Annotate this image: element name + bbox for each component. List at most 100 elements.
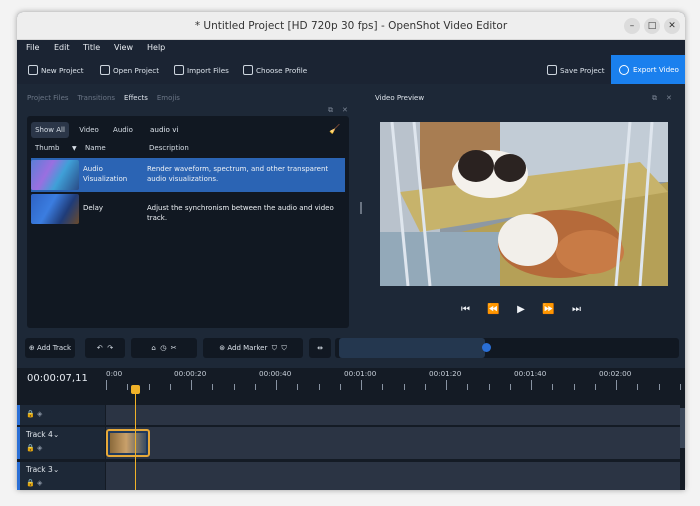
effects-search-input[interactable]: audio vi (148, 121, 346, 139)
lock-icon[interactable]: 🔒 ◈ (26, 479, 42, 487)
ruler-tick (552, 384, 554, 390)
menu-help[interactable]: Help (147, 43, 165, 52)
ruler-tick (446, 380, 447, 390)
effect-row-audio-visualization[interactable]: Audio Visualization Render waveform, spe… (31, 158, 345, 192)
new-project-button[interactable]: New Project (28, 62, 84, 78)
tab-emojis[interactable]: Emojis (157, 94, 180, 106)
effects-filter-bar: Show All Video Audio audio vi 🧹 (31, 121, 346, 139)
effect-name: Delay (83, 204, 104, 212)
left-tabs: Project Files Transitions Effects Emojis (27, 94, 180, 106)
broom-icon[interactable]: 🧹 (329, 125, 340, 135)
ruler-tick (233, 384, 235, 390)
close-panel-icon[interactable]: ✕ (666, 94, 672, 102)
import-icon (174, 65, 184, 75)
add-track-button[interactable]: ⊕ Add Track (25, 338, 75, 358)
ruler-tick (424, 384, 426, 390)
filter-audio[interactable]: Audio (109, 122, 137, 138)
column-thumb[interactable]: Thumb (35, 144, 59, 152)
jump-start-icon[interactable]: ⏮ (461, 304, 470, 318)
column-description[interactable]: Description (149, 144, 189, 152)
effects-panel: Project Files Transitions Effects Emojis… (23, 88, 359, 332)
ruler-tick (106, 380, 107, 390)
save-project-button[interactable]: Save Project (547, 62, 605, 78)
video-clip[interactable] (106, 429, 150, 457)
track-lane[interactable] (106, 427, 680, 459)
add-marker-button[interactable]: ⊛ Add Marker ⛉ ⛉ (203, 338, 303, 358)
fast-forward-icon[interactable]: ⏩ (542, 304, 554, 318)
main-toolbar: New Project Open Project Import Files Ch… (17, 56, 685, 84)
ruler-tick (361, 380, 362, 390)
track-header[interactable]: 🔒 ◈ (17, 405, 105, 425)
timeline-ruler[interactable]: 0:00 00:00:20 00:00:40 00:01:00 00:01:20… (106, 368, 685, 398)
effect-row-delay[interactable]: Delay Adjust the synchronism between the… (31, 192, 345, 226)
panel-scrollbar[interactable] (360, 202, 362, 214)
ruler-tick (573, 384, 575, 390)
choose-profile-button[interactable]: Choose Profile (243, 62, 307, 78)
tab-transitions[interactable]: Transitions (78, 94, 116, 106)
effect-description: Adjust the synchronism between the audio… (147, 204, 334, 222)
ruler-tick (637, 384, 639, 390)
snap-tools-group[interactable]: ⌂ ◷ ✂ (131, 338, 197, 358)
tab-effects[interactable]: Effects (124, 94, 148, 106)
undock-icon[interactable]: ⧉ (328, 106, 333, 115)
open-project-button[interactable]: Open Project (100, 62, 159, 78)
track-lane[interactable] (106, 405, 680, 425)
play-icon[interactable]: ▶ (517, 304, 525, 318)
menu-edit[interactable]: Edit (54, 43, 70, 52)
playhead-line[interactable] (135, 390, 136, 490)
profile-icon (243, 65, 253, 75)
app-window: * Untitled Project [HD 720p 30 fps] - Op… (17, 12, 685, 490)
undo-redo-group[interactable]: ↶ ↷ (85, 338, 125, 358)
minimize-button[interactable]: – (624, 18, 640, 34)
ruler-label: 00:02:00 (599, 369, 632, 378)
timeline-vertical-scrollbar[interactable] (680, 408, 685, 448)
center-timeline-icon[interactable]: ⇹ (309, 338, 331, 358)
import-files-button[interactable]: Import Files (174, 62, 229, 78)
ruler-tick (679, 384, 681, 390)
ruler-label: 0:00 (106, 369, 123, 378)
maximize-button[interactable]: □ (644, 18, 660, 34)
menu-file[interactable]: File (26, 43, 39, 52)
title-bar: * Untitled Project [HD 720p 30 fps] - Op… (17, 12, 685, 40)
timeline: 00:00:07,11 0:00 00:00:20 00:00:40 00:01… (17, 368, 685, 490)
sort-down-icon[interactable]: ▼ (72, 145, 77, 152)
rewind-icon[interactable]: ⏪ (487, 304, 499, 318)
guinea-pig-image (380, 122, 668, 286)
effect-name: Audio Visualization (83, 165, 128, 183)
track-4: Track 4 ⌄ 🔒 ◈ (17, 427, 685, 459)
lock-icon[interactable]: 🔒 ◈ (26, 410, 42, 418)
menu-view[interactable]: View (114, 43, 133, 52)
export-video-button[interactable]: Export Video (611, 55, 685, 84)
ruler-tick (212, 384, 214, 390)
zoom-handle[interactable] (482, 343, 491, 352)
column-name[interactable]: Name (85, 144, 106, 152)
track-name: Track 3 (26, 465, 53, 474)
new-project-icon (28, 65, 38, 75)
menu-title[interactable]: Title (83, 43, 100, 52)
effect-thumbnail (31, 160, 79, 190)
ruler-tick (276, 380, 277, 390)
track-header[interactable]: Track 4 ⌄ 🔒 ◈ (17, 427, 105, 459)
playhead-handle[interactable] (131, 385, 140, 394)
track-top: 🔒 ◈ (17, 405, 685, 425)
ruler-label: 00:01:00 (344, 369, 377, 378)
close-panel-icon[interactable]: ✕ (342, 106, 348, 114)
lock-icon[interactable]: 🔒 ◈ (26, 444, 42, 452)
ruler-tick (616, 380, 617, 390)
ruler-tick (127, 384, 129, 390)
ruler-tick (148, 384, 150, 390)
tab-project-files[interactable]: Project Files (27, 94, 69, 106)
track-lane[interactable] (106, 462, 680, 490)
jump-end-icon[interactable]: ⏭ (572, 304, 581, 318)
ruler-label: 00:01:40 (514, 369, 547, 378)
timeline-zoom-slider[interactable] (335, 338, 679, 358)
close-button[interactable]: ✕ (664, 18, 680, 34)
chevron-down-icon[interactable]: ⌄ (53, 465, 59, 474)
filter-video[interactable]: Video (75, 122, 103, 138)
chevron-down-icon[interactable]: ⌄ (53, 430, 59, 439)
track-header[interactable]: Track 3 ⌄ 🔒 ◈ (17, 462, 105, 490)
track-name: Track 4 (26, 430, 53, 439)
undock-icon[interactable]: ⧉ (652, 94, 657, 103)
filter-show-all[interactable]: Show All (31, 122, 69, 138)
preview-title: Video Preview (375, 94, 425, 102)
